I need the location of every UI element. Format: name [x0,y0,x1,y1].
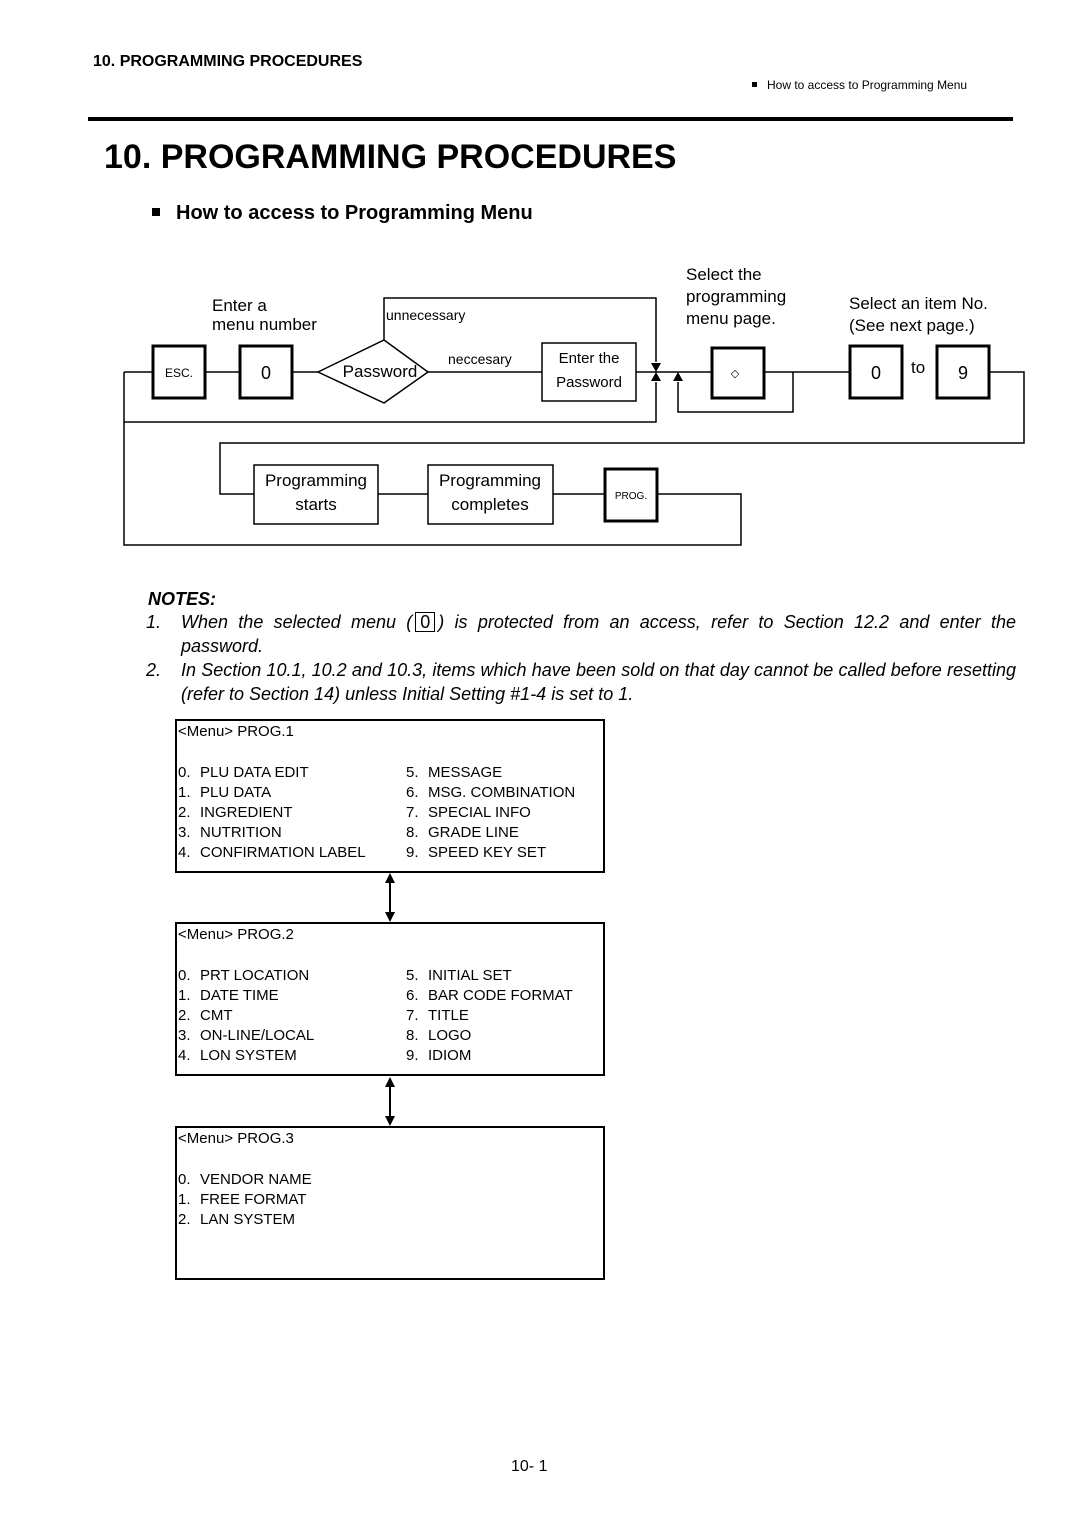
diamond-icon: ◇ [731,368,740,380]
menu-item: 2. LAN SYSTEM [178,1211,296,1228]
access-flow-diagram: ESC. 0 Enter a menu number Password unne… [123,265,1025,546]
double-arrow-icon [385,1077,395,1126]
menu-screen-prog3: <Menu> PROG.3 0. VENDOR NAME 1. FREE FORMA… [175,1126,605,1280]
menu-screen-prog1: <Menu> PROG.1 0. PLU DATA EDIT 1. PLU DATA… [175,719,605,873]
enter-menu-label: Enter a [212,296,267,315]
menu-item: 6. MSG. COMBINATION [406,784,576,801]
programming-starts-label: starts [295,495,337,514]
prog-key-label: PROG. [615,491,647,502]
item-key-0-label: 0 [871,363,881,383]
menu-item: 0. VENDOR NAME [178,1171,312,1188]
menu-column-left: 0. PLU DATA EDIT 1. PLU DATA 2. INGREDIENT … [178,763,366,863]
menu-item: 5. MESSAGE [406,764,503,781]
menu-item: 7. SPECIAL INFO [406,804,531,821]
note-item: 2. In Section 10.1, 10.2 and 10.3, items… [146,658,1016,706]
programming-completes-label: completes [451,495,528,514]
note-text: In Section 10.1, 10.2 and 10.3, items wh… [181,660,1016,704]
menu-item: 1. PLU DATA [178,784,272,801]
arrowhead-up-icon [673,372,683,381]
menu-item: 1. DATE TIME [178,987,279,1004]
enter-menu-label: menu number [212,315,317,334]
menu-item: 9. IDIOM [406,1047,472,1064]
select-item-label: Select an item No. [849,294,988,313]
menu-item: 4. CONFIRMATION LABEL [178,844,366,861]
zero-key-inline: 0 [415,612,436,632]
enter-password-label: Enter the [559,350,620,367]
menu-item: 5. INITIAL SET [406,967,512,984]
menu-column-right: 5. MESSAGE 6. MSG. COMBINATION 7. SPECIAL I… [406,763,575,863]
menu-item: 7. TITLE [406,1007,469,1024]
arrowhead-down-icon [651,363,661,372]
password-decision-label: Password [343,362,418,381]
unnecessary-label: unnecessary [386,307,465,323]
note-number: 2. [146,660,162,680]
select-page-label: programming [686,287,786,306]
menu-item: 3. ON-LINE/LOCAL [178,1027,315,1044]
menu-title: <Menu> PROG.3 [178,1130,294,1147]
zero-key-label: 0 [261,363,271,383]
menu-item: 0. PLU DATA EDIT [178,764,309,781]
menu-item: 8. LOGO [406,1027,472,1044]
menu-screen-prog2: <Menu> PROG.2 0. PRT LOCATION 1. DATE TIME… [175,922,605,1076]
menu-item: 0. PRT LOCATION [178,967,310,984]
double-arrow-icon [385,873,395,922]
programming-completes-label: Programming [439,471,541,490]
select-item-label: (See next page.) [849,316,975,335]
to-label: to [911,358,925,377]
menu-item: 1. FREE FORMAT [178,1191,307,1208]
menu-item: 8. GRADE LINE [406,824,519,841]
esc-key-label: ESC. [165,366,193,380]
menu-item: 2. CMT [178,1007,233,1024]
menu-item: 4. LON SYSTEM [178,1047,297,1064]
arrowhead-up-icon [651,372,661,381]
menu-item: 6. BAR CODE FORMAT [406,987,573,1004]
neccesary-label: neccesary [448,351,512,367]
menu-column-right: 5. INITIAL SET 6. BAR CODE FORMAT 7. TITLE … [406,966,573,1066]
menu-column-left: 0. VENDOR NAME 1. FREE FORMAT 2. LAN SYSTEM [178,1170,312,1230]
menu-column-left: 0. PRT LOCATION 1. DATE TIME 2. CMT 3. ON-LI… [178,966,314,1066]
menu-item: 9. SPEED KEY SET [406,844,547,861]
note-text: When the selected menu ( [181,612,413,632]
item-key-9-label: 9 [958,363,968,383]
enter-password-label: Password [556,374,622,391]
menu-title: <Menu> PROG.1 [178,723,294,740]
note-number: 1. [146,612,162,632]
note-item: 1. When the selected menu (0) is protect… [146,610,1016,658]
menu-item: 2. INGREDIENT [178,804,293,821]
select-page-label: menu page. [686,309,776,328]
menu-item: 3. NUTRITION [178,824,282,841]
programming-starts-label: Programming [265,471,367,490]
select-page-label: Select the [686,265,762,284]
page-number: 10- 1 [511,1458,548,1475]
notes-title: NOTES: [148,589,217,609]
menu-title: <Menu> PROG.2 [178,926,294,943]
